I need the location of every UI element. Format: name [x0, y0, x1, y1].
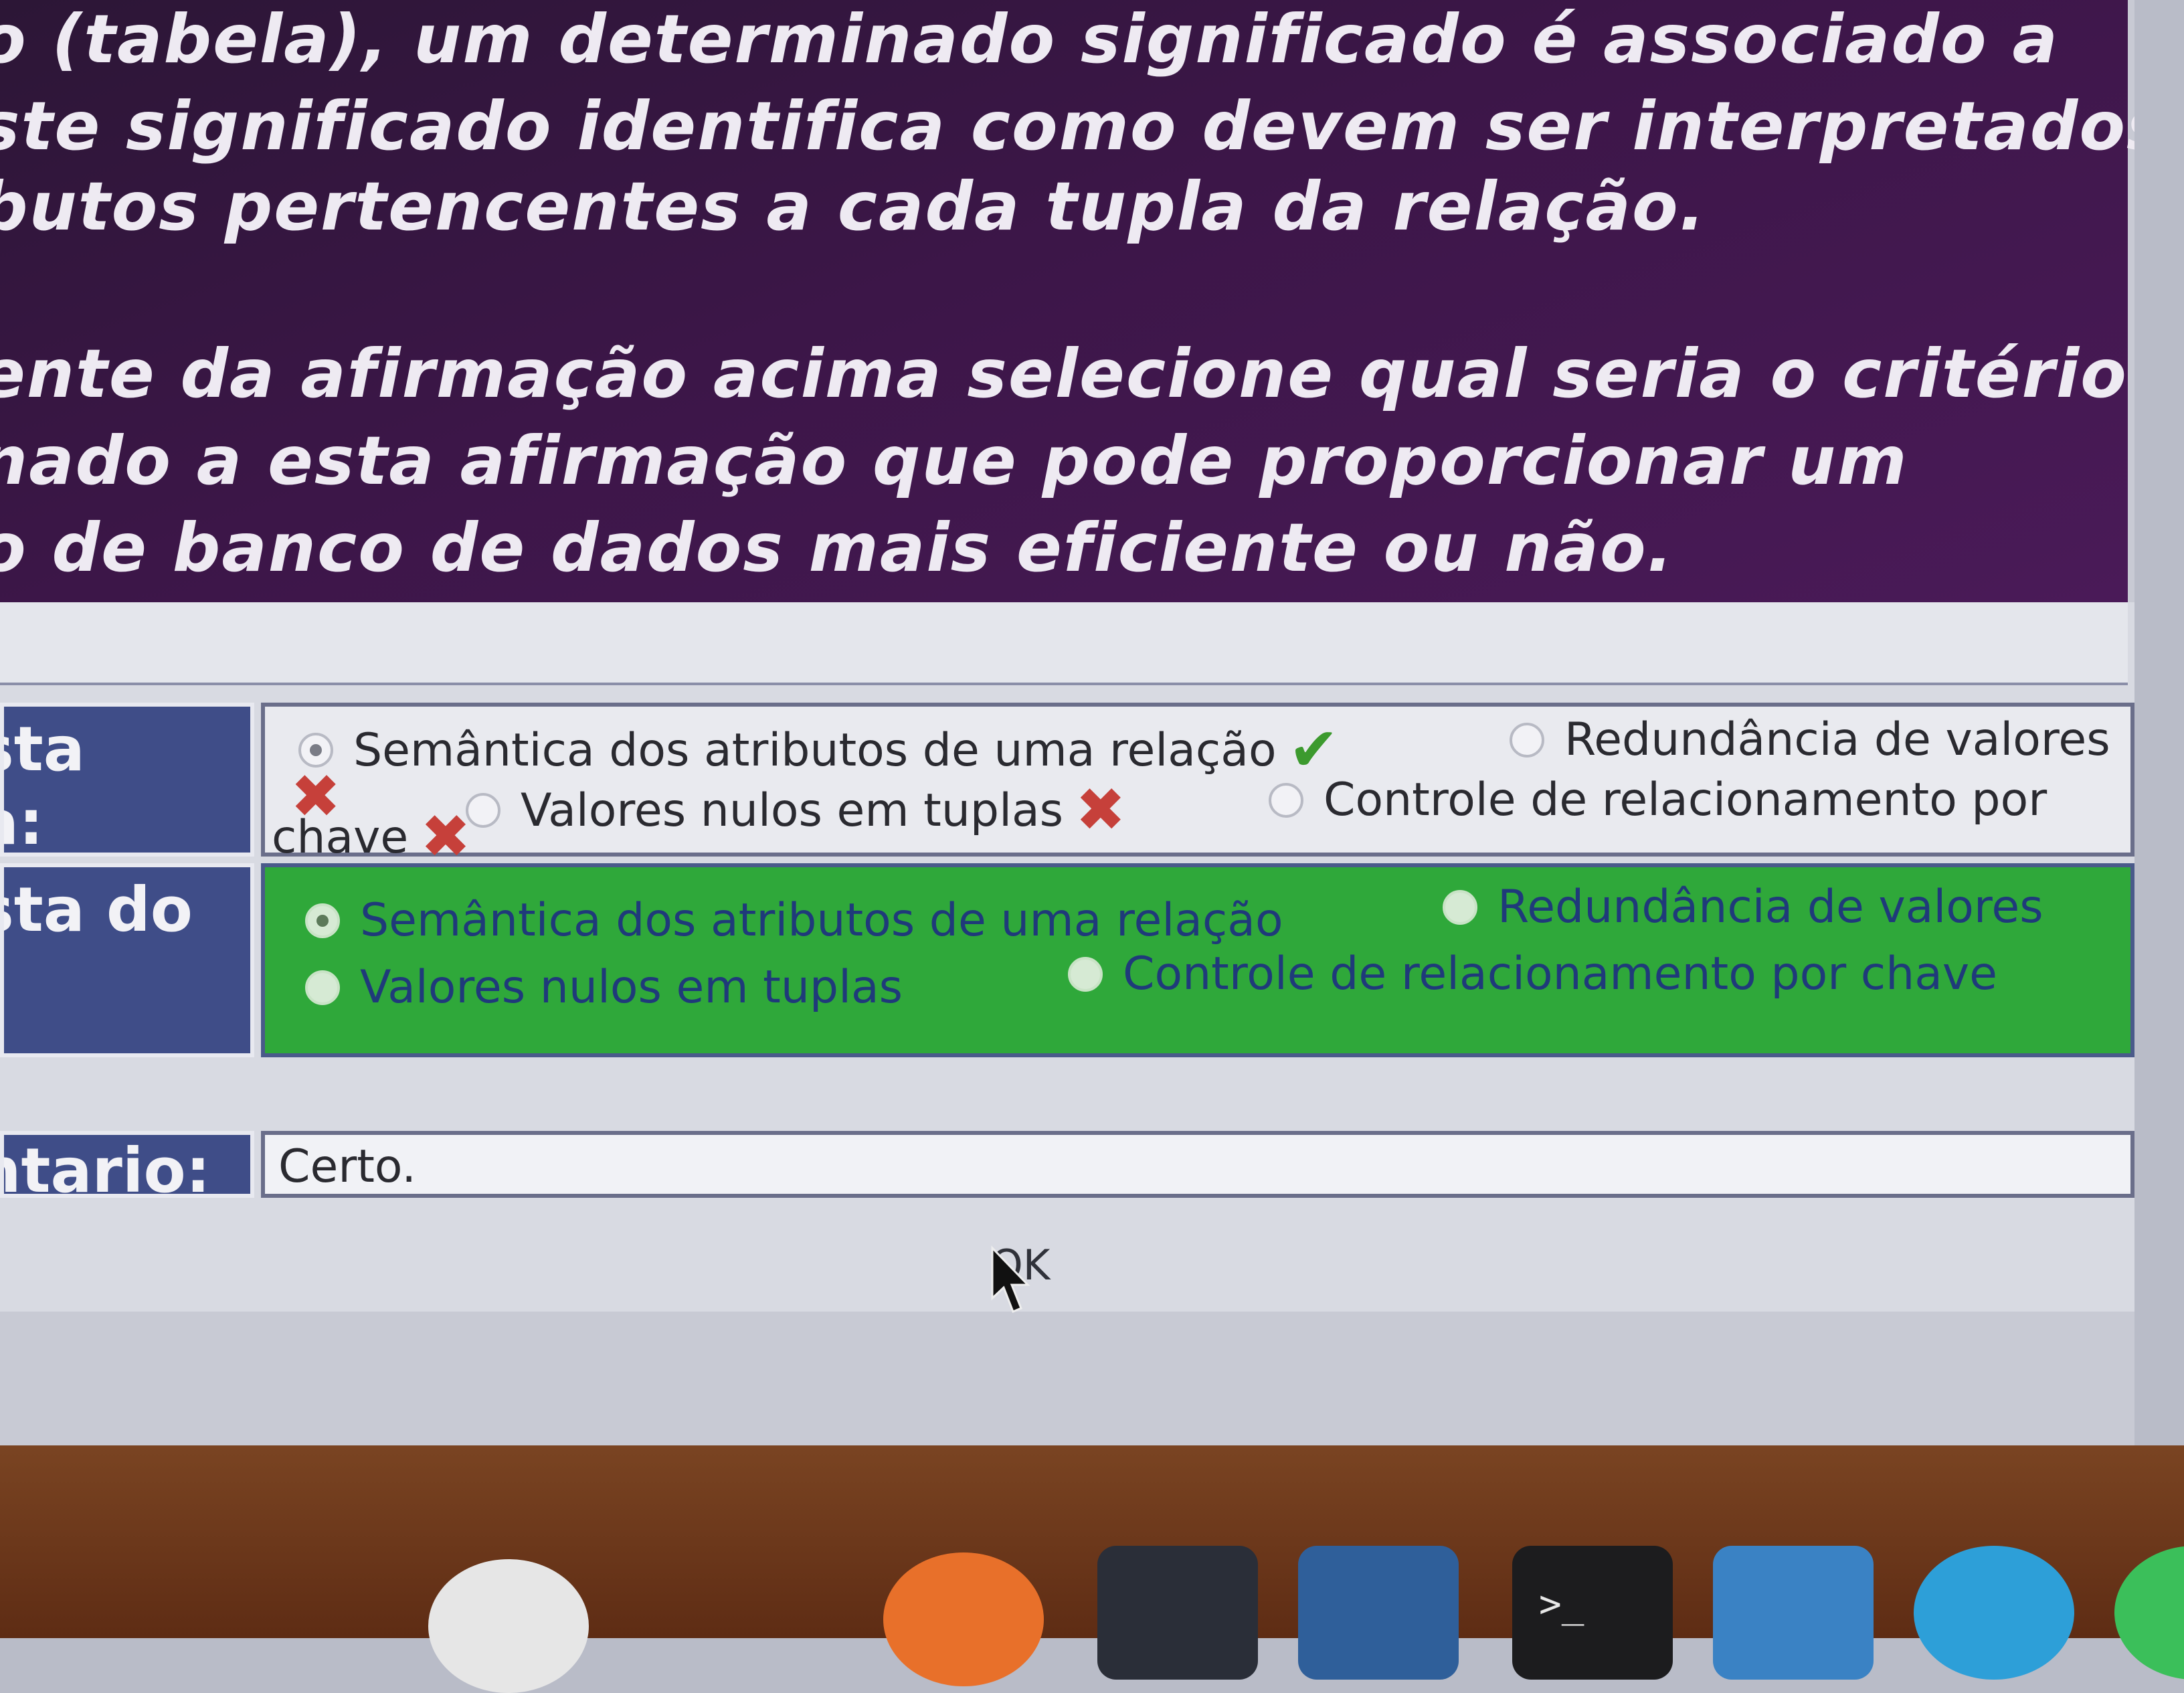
firefox-icon[interactable]	[883, 1552, 1044, 1686]
question-line: ente da afirmação acima selecione qual s…	[0, 335, 2128, 413]
user-option-nulos[interactable]: Valores nulos em tuplas ✖	[466, 780, 1126, 840]
radio-controle-correct	[1068, 956, 1103, 992]
radio-controle[interactable]	[1269, 782, 1303, 818]
correct-option-nulos-label: Valores nulos em tuplas	[360, 961, 903, 1014]
answer-panel: sta a: Semântica dos atributos de uma re…	[0, 602, 2134, 1312]
radio-nulos-correct	[305, 970, 340, 1005]
user-option-controle-label-cont: chave	[272, 810, 409, 864]
user-option-semantica-label: Semântica dos atributos de uma relação	[353, 723, 1277, 777]
correct-option-semantica-label: Semântica dos atributos de uma relação	[360, 894, 1283, 947]
user-answer-label: sta a:	[0, 703, 254, 857]
correct-option-nulos: Valores nulos em tuplas	[305, 961, 903, 1014]
cross-icon: ✖	[1075, 775, 1126, 845]
user-option-nulos-label: Valores nulos em tuplas	[521, 784, 1064, 837]
user-answer-options: Semântica dos atributos de uma relação ✔…	[261, 703, 2134, 867]
radio-semantica-correct	[305, 903, 340, 938]
question-text-panel: o (tabela), um determinado significado é…	[0, 0, 2134, 602]
comment-label: ntario:	[0, 1131, 254, 1198]
terminal-prompt-icon: >_	[1539, 1583, 1584, 1626]
correct-answer-options: Semântica dos atributos de uma relação R…	[261, 863, 2134, 1057]
correct-option-redundancia-label: Redundância de valores	[1497, 881, 2043, 933]
user-option-redundancia[interactable]: Redundância de valores	[1510, 713, 2110, 766]
user-answer-label-line2: a:	[4, 787, 43, 857]
correct-answer-label-text: sta do	[4, 874, 193, 946]
mouse-cursor-icon	[991, 1245, 1030, 1313]
radio-redundancia[interactable]	[1510, 722, 1544, 758]
user-option-semantica[interactable]: Semântica dos atributos de uma relação ✔	[298, 720, 1339, 780]
screen: o (tabela), um determinado significado é…	[0, 0, 2134, 1445]
chrome-icon[interactable]	[428, 1559, 589, 1693]
correct-option-controle: Controle de relacionamento por chave	[1068, 948, 1997, 1000]
question-line: o (tabela), um determinado significado é…	[0, 0, 2059, 78]
question-line: butos pertencentes a cada tupla da relaç…	[0, 167, 1706, 246]
panel-header-strip	[0, 602, 2128, 685]
vscode-icon[interactable]	[1097, 1546, 1258, 1680]
comment-value: Certo.	[278, 1140, 416, 1193]
user-option-redundancia-label: Redundância de valores	[1564, 713, 2110, 766]
user-option-controle-label: Controle de relacionamento por	[1324, 774, 2047, 826]
radio-nulos[interactable]	[466, 793, 500, 828]
user-option-controle-cont: chave ✖	[272, 807, 471, 867]
mysql-workbench-icon[interactable]	[1298, 1546, 1459, 1680]
user-answer-label-line1: sta	[4, 713, 85, 785]
docker-icon[interactable]	[1713, 1546, 1874, 1680]
radio-redundancia-correct	[1443, 889, 1477, 925]
dock	[0, 1445, 2184, 1693]
correct-option-semantica: Semântica dos atributos de uma relação	[305, 894, 1283, 947]
comment-label-text: ntario:	[0, 1135, 211, 1198]
correct-answer-label: sta do	[0, 863, 254, 1057]
whatsapp-icon[interactable]	[2114, 1546, 2184, 1680]
question-line: ste significado identifica como devem se…	[0, 87, 2134, 165]
check-icon: ✔	[1288, 715, 1339, 785]
telegram-icon[interactable]	[1914, 1546, 2074, 1680]
user-option-controle[interactable]: Controle de relacionamento por	[1269, 774, 2047, 826]
question-line: nado a esta afirmação que pode proporcio…	[0, 422, 1908, 500]
cross-icon: ✖	[420, 802, 471, 872]
correct-option-redundancia: Redundância de valores	[1443, 881, 2043, 933]
question-line: o de banco de dados mais eficiente ou nã…	[0, 509, 1674, 587]
correct-option-controle-label: Controle de relacionamento por chave	[1123, 948, 1998, 1000]
terminal-icon[interactable]	[1512, 1546, 1673, 1680]
comment-field: Certo.	[261, 1131, 2134, 1198]
